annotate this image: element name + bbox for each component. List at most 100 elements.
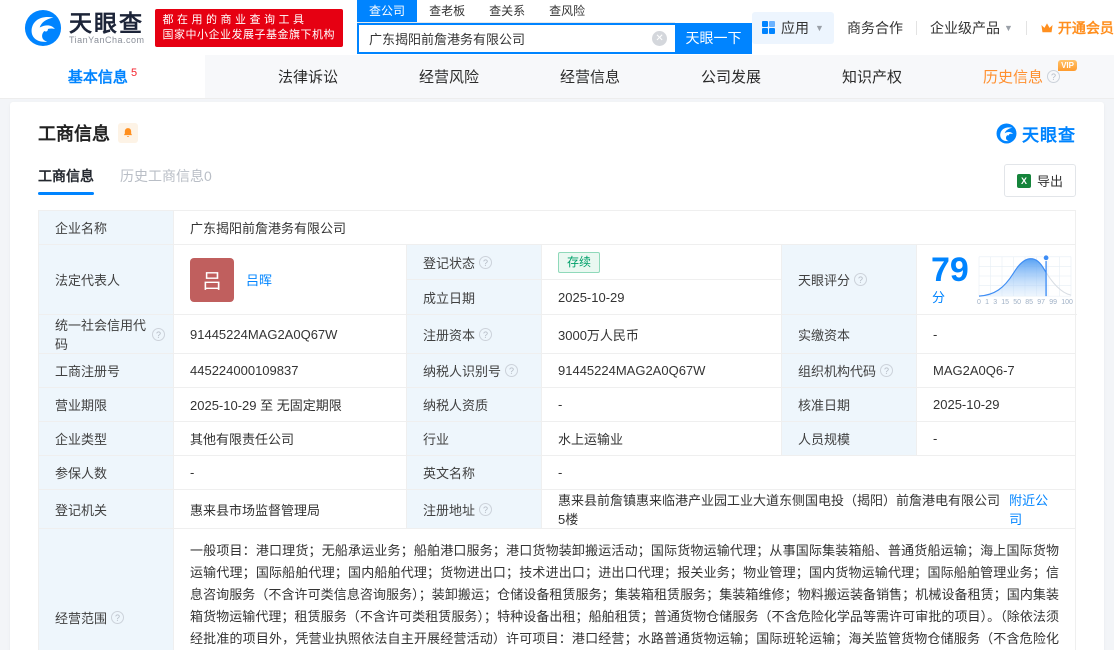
avatar[interactable]: 吕: [190, 257, 234, 302]
chevron-down-icon: ▼: [815, 22, 824, 33]
search-input[interactable]: [357, 22, 676, 54]
nav-enterprise-products[interactable]: 企业级产品 ▼: [930, 18, 1013, 38]
promo-line-1: 都在用的商业查询工具: [162, 13, 308, 26]
field-label: 法定代表人: [39, 245, 174, 315]
page-title: 工商信息: [38, 124, 110, 144]
field-label: 纳税人资质: [407, 388, 542, 422]
table-row: 营业期限 2025-10-29 至 无固定期限 纳税人资质 - 核准日期 202…: [39, 388, 1075, 422]
tab-operational-risk[interactable]: 经营风险: [411, 55, 487, 98]
bell-curve-chart: [978, 253, 1072, 297]
clear-search-icon[interactable]: ✕: [652, 30, 668, 46]
tab-label: 公司发展: [700, 69, 761, 86]
search-tab-relation[interactable]: 查关系: [477, 0, 537, 22]
search-tabs: 查公司 查老板 查关系 查风险: [357, 0, 676, 23]
field-label: 企业名称: [39, 211, 174, 245]
table-row: 企业名称 广东揭阳前詹港务有限公司: [39, 211, 1075, 245]
help-icon[interactable]: ?: [505, 364, 519, 377]
field-label: 统一社会信用代码?: [39, 315, 174, 354]
promo-banner: 都在用的商业查询工具 国家中小企业发展子基金旗下机构: [154, 8, 344, 47]
nav-business-cooperation[interactable]: 商务合作: [847, 18, 903, 38]
score-label: 天眼评分: [798, 273, 851, 288]
search-tab-boss[interactable]: 查老板: [417, 0, 477, 22]
tab-count-badge: 5: [130, 67, 138, 79]
tab-label: 基本信息: [67, 69, 128, 86]
nearby-companies-link[interactable]: 附近公司: [1009, 490, 1059, 528]
top-header: 天眼查 TianYanCha.com 都在用的商业查询工具 国家中小企业发展子基…: [0, 0, 1114, 55]
open-vip-button[interactable]: 开通会员 ▼: [1040, 18, 1114, 38]
field-value: 91445224MAG2A0Q67W: [174, 315, 407, 354]
promo-line-2: 国家中小企业发展子基金旗下机构: [162, 28, 336, 41]
search-tab-company[interactable]: 查公司: [357, 0, 418, 22]
help-icon[interactable]: ?: [152, 327, 165, 341]
help-icon[interactable]: ?: [854, 273, 868, 286]
help-icon[interactable]: ?: [1047, 70, 1060, 83]
table-row: 法定代表人 吕 吕晖 登记状态 ? 存续 成立日期 2025-10-29 天眼评…: [39, 245, 1077, 315]
help-icon[interactable]: ?: [479, 502, 493, 516]
field-label: 参保人数: [39, 456, 174, 490]
tab-intellectual-property[interactable]: 知识产权: [834, 55, 910, 98]
field-label: 登记状态 ?: [407, 245, 542, 279]
enterprise-label: 企业级产品: [929, 19, 1000, 36]
field-value: -: [917, 315, 1075, 354]
status-subtable: 登记状态 ? 存续 成立日期 2025-10-29: [407, 245, 782, 315]
chevron-down-icon: ▼: [1003, 22, 1013, 33]
company-section-tabs: 基本信息 5 法律诉讼 经营风险 经营信息 公司发展 知识产权 历史信息 VIP…: [0, 55, 1114, 99]
subtab-current-registration[interactable]: 工商信息: [38, 166, 94, 195]
tianyancha-watermark: 天眼查: [996, 121, 1076, 146]
field-value: 其他有限责任公司: [174, 422, 407, 456]
field-value: -: [542, 388, 782, 422]
subscribe-bell-chip[interactable]: [118, 123, 138, 143]
help-icon[interactable]: ?: [479, 327, 493, 341]
search-button[interactable]: 天眼一下: [675, 22, 753, 54]
search-tab-risk[interactable]: 查风险: [537, 0, 597, 22]
apps-menu[interactable]: 应用 ▼: [752, 11, 834, 44]
field-label: 企业类型: [39, 422, 174, 456]
tab-business-info[interactable]: 经营信息: [552, 55, 628, 98]
table-row: 参保人数 - 英文名称 -: [39, 456, 1075, 490]
field-label: 人员规模: [782, 422, 917, 456]
legal-rep-cell: 吕 吕晖: [174, 245, 407, 315]
help-icon[interactable]: ?: [479, 255, 493, 269]
field-label: 实缴资本: [782, 315, 917, 354]
bell-icon: [123, 128, 133, 137]
field-label: 工商注册号: [39, 354, 174, 388]
company-info-table: 企业名称 广东揭阳前詹港务有限公司 法定代表人 吕 吕晖 登记状态 ? 存续 成…: [38, 210, 1077, 650]
tianyancha-logo-icon: [996, 123, 1017, 143]
crown-icon: [1041, 22, 1053, 32]
field-label: 行业: [407, 422, 542, 456]
help-icon[interactable]: ?: [111, 610, 125, 624]
field-label: 天眼评分 ?: [782, 245, 917, 315]
field-value: MAG2A0Q6-7: [917, 354, 1075, 388]
tab-basic-info[interactable]: 基本信息 5: [0, 55, 205, 98]
field-label: 经营范围?: [39, 529, 174, 650]
brand-name: 天眼查: [69, 9, 144, 36]
field-label: 核准日期: [782, 388, 917, 422]
apps-label: 应用: [781, 19, 810, 36]
vip-label: 开通会员: [1057, 19, 1114, 36]
field-value: -: [917, 422, 1075, 456]
tab-company-development[interactable]: 公司发展: [693, 55, 769, 98]
tab-legal-proceedings[interactable]: 法律诉讼: [270, 55, 346, 98]
tab-history-info[interactable]: 历史信息 VIP ?: [975, 55, 1077, 98]
table-row: 企业类型 其他有限责任公司 行业 水上运输业 人员规模 -: [39, 422, 1075, 456]
field-value: 2025-10-29 至 无固定期限: [174, 388, 407, 422]
established-date: 2025-10-29: [558, 289, 625, 305]
help-icon[interactable]: ?: [880, 364, 894, 377]
brand-logo[interactable]: 天眼查 TianYanCha.com: [24, 9, 145, 47]
brand-domain: TianYanCha.com: [69, 34, 145, 45]
subtab-history-registration[interactable]: 历史工商信息0: [120, 166, 212, 195]
score-unit: 分: [932, 290, 946, 305]
field-label: 组织机构代码?: [782, 354, 917, 388]
status-label: 登记状态: [423, 255, 476, 271]
tianyan-score-cell[interactable]: 79分 0 1 3 15 50 85 97 99 100: [917, 245, 1077, 315]
table-row: 工商注册号 445224000109837 纳税人识别号? 91445224MA…: [39, 354, 1075, 388]
field-label: 注册地址?: [407, 490, 542, 529]
export-button[interactable]: X 导出: [1003, 164, 1076, 197]
field-value: 水上运输业: [542, 422, 782, 456]
field-value: -: [542, 456, 1075, 490]
field-value: 91445224MAG2A0Q67W: [542, 354, 782, 388]
vip-badge: VIP: [1058, 60, 1077, 71]
divider: [1025, 20, 1027, 35]
legal-rep-link[interactable]: 吕晖: [246, 270, 272, 289]
registered-address: 惠来县前詹镇惠来临港产业园工业大道东侧国电投（揭阳）前詹港电有限公司5楼: [558, 493, 1001, 527]
